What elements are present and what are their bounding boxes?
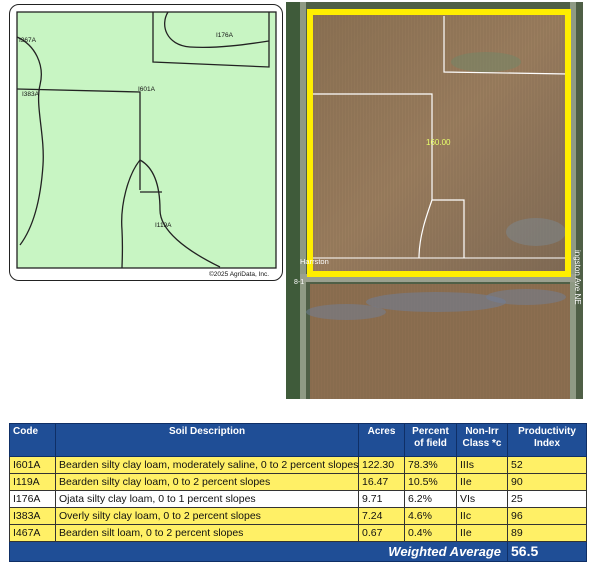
cell-acres: 7.24	[358, 507, 405, 525]
cell-percent: 6.2%	[404, 490, 457, 508]
cell-pi: 89	[507, 524, 587, 542]
soil-table: Code Soil Description Acres Percent of f…	[9, 423, 587, 562]
cell-acres: 16.47	[358, 473, 405, 491]
soil-map-area	[16, 11, 277, 269]
cell-description: Ojata silty clay loam, 0 to 1 percent sl…	[55, 490, 359, 508]
cell-percent: 10.5%	[404, 473, 457, 491]
weighted-average-label: Weighted Average	[9, 541, 508, 562]
road-label: 8-1	[294, 279, 304, 286]
cell-code: I176A	[9, 490, 56, 508]
aerial-photo: 160.00 Harrston 8-1 ingston Ave NE	[286, 2, 583, 399]
soil-map-drawing: I367A I176A I383A I601A I119A ©2025 Agri…	[16, 11, 277, 278]
acreage-label: 160.00	[426, 138, 451, 147]
aerial-photo-drawing: 160.00 Harrston 8-1 ingston Ave NE	[286, 2, 583, 399]
table-row: I467A Bearden silt loam, 0 to 2 percent …	[9, 524, 587, 542]
cell-acres: 9.71	[358, 490, 405, 508]
header-description: Soil Description	[55, 423, 359, 457]
cell-pi: 52	[507, 456, 587, 474]
cell-code: I383A	[9, 507, 56, 525]
cell-description: Overly silty clay loam, 0 to 2 percent s…	[55, 507, 359, 525]
header-code: Code	[9, 423, 56, 457]
cell-percent: 78.3%	[404, 456, 457, 474]
table-header-row: Code Soil Description Acres Percent of f…	[9, 423, 587, 457]
header-class: Non-Irr Class *c	[456, 423, 508, 457]
cell-description: Bearden silt loam, 0 to 2 percent slopes	[55, 524, 359, 542]
map-label-i367a: I367A	[19, 37, 37, 44]
cell-pi: 25	[507, 490, 587, 508]
map-label-i383a: I383A	[22, 91, 40, 98]
left-field-strip	[286, 2, 300, 399]
cell-description: Bearden silty clay loam, moderately sali…	[55, 456, 359, 474]
map-copyright: ©2025 AgriData, Inc.	[209, 270, 269, 278]
wet-spot	[506, 218, 566, 246]
cell-code: I119A	[9, 473, 56, 491]
west-road	[300, 2, 306, 399]
road-label: Harrston	[300, 257, 329, 266]
table-row: I601A Bearden silty clay loam, moderatel…	[9, 456, 587, 474]
wet-spot	[486, 289, 566, 305]
header-pi: Productivity Index	[507, 423, 587, 457]
map-label-i176a: I176A	[216, 32, 234, 39]
header-acres: Acres	[358, 423, 405, 457]
table-row: I176A Ojata silty clay loam, 0 to 1 perc…	[9, 490, 587, 508]
cell-class: IIe	[456, 473, 508, 491]
cell-pi: 90	[507, 473, 587, 491]
table-row: I119A Bearden silty clay loam, 0 to 2 pe…	[9, 473, 587, 491]
map-label-i119a: I119A	[155, 222, 172, 229]
cell-code: I601A	[9, 456, 56, 474]
header-percent: Percent of field	[404, 423, 457, 457]
weighted-average-value: 56.5	[507, 541, 587, 562]
cell-pi: 96	[507, 507, 587, 525]
cell-class: VIs	[456, 490, 508, 508]
cell-percent: 0.4%	[404, 524, 457, 542]
weighted-average-row: Weighted Average 56.5	[9, 541, 587, 562]
wet-spot	[366, 292, 506, 312]
cell-acres: 122.30	[358, 456, 405, 474]
map-label-i601a: I601A	[138, 86, 156, 93]
cell-percent: 4.6%	[404, 507, 457, 525]
cell-class: IIe	[456, 524, 508, 542]
cell-description: Bearden silty clay loam, 0 to 2 percent …	[55, 473, 359, 491]
cell-class: IIIs	[456, 456, 508, 474]
table-row: I383A Overly silty clay loam, 0 to 2 per…	[9, 507, 587, 525]
cell-acres: 0.67	[358, 524, 405, 542]
green-patch	[451, 52, 521, 72]
cell-code: I467A	[9, 524, 56, 542]
wet-spot	[306, 304, 386, 320]
road-label: ingston Ave NE	[573, 250, 582, 305]
soil-map: I367A I176A I383A I601A I119A ©2025 Agri…	[9, 4, 283, 281]
cell-class: IIc	[456, 507, 508, 525]
